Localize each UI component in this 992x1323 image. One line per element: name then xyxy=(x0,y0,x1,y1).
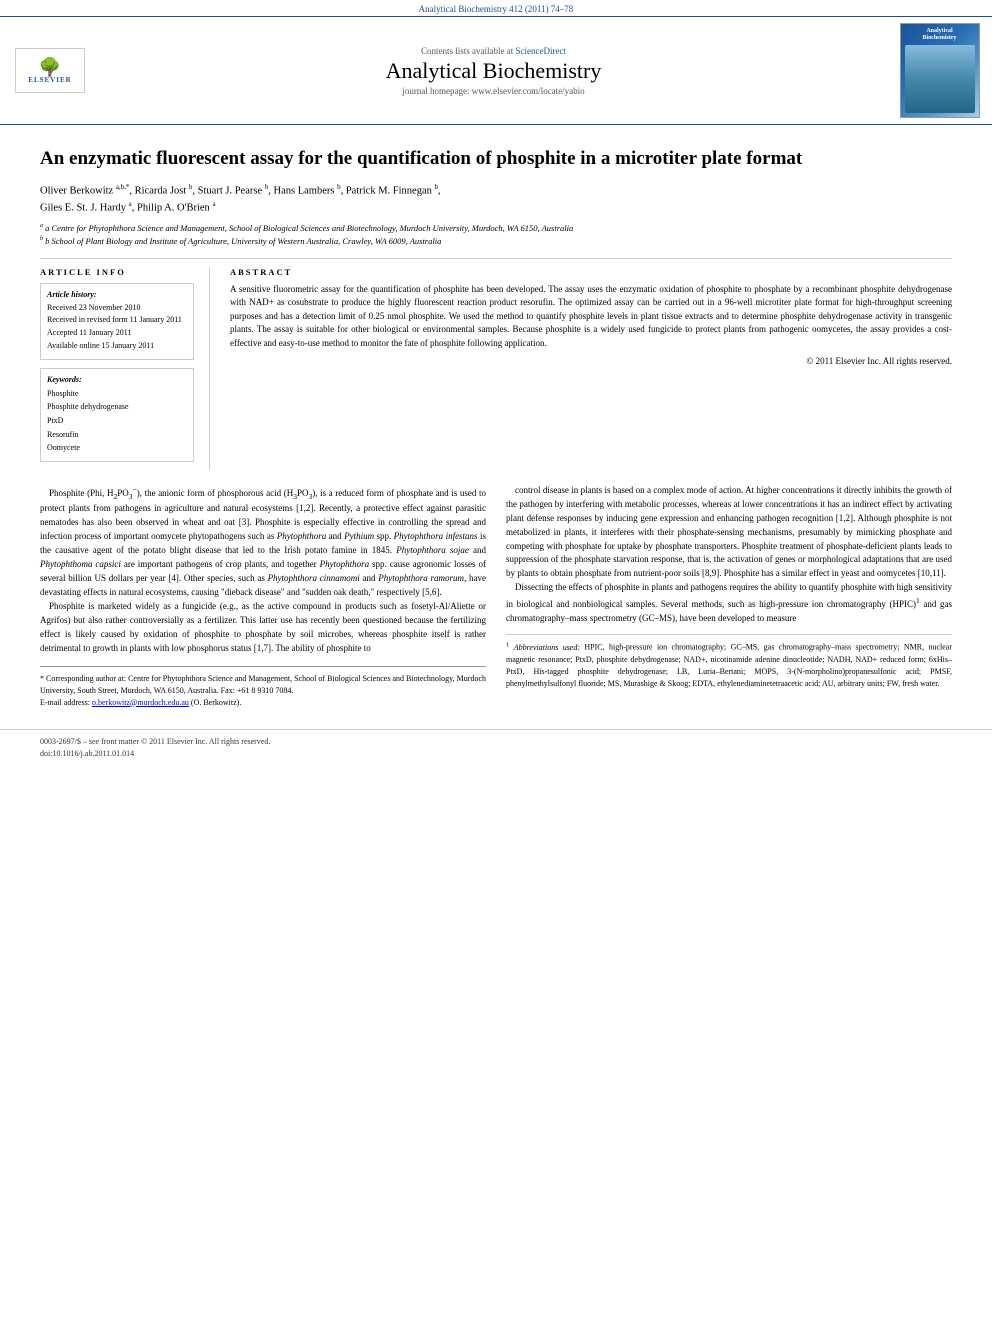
body-right-col: control disease in plants is based on a … xyxy=(506,484,952,709)
section-divider xyxy=(40,258,952,259)
journal-reference: Analytical Biochemistry 412 (2011) 74–78 xyxy=(0,0,992,16)
article-info-label: ARTICLE INFO xyxy=(40,267,194,277)
sciencedirect-line: Contents lists available at ScienceDirec… xyxy=(421,46,566,56)
footnote-area: * Corresponding author at: Centre for Ph… xyxy=(40,666,486,709)
author-list: Oliver Berkowitz a,b,*, Ricarda Jost b, … xyxy=(40,182,952,217)
email-link[interactable]: o.berkowitz@murdoch.edu.au xyxy=(92,698,189,707)
abbreviations-footnote: 1 Abbreviations used: HPIC, high-pressur… xyxy=(506,634,952,690)
body-paragraph-1: Phosphite (Phi, H2PO3−), the anionic for… xyxy=(40,484,486,600)
keyword-2: Phosphite dehydrogenase xyxy=(47,400,187,414)
keyword-5: Oomycete xyxy=(47,441,187,455)
abbrev-superscript: 1 Abbreviations used: xyxy=(506,643,584,652)
main-content: An enzymatic fluorescent assay for the q… xyxy=(0,125,992,719)
keyword-1: Phosphite xyxy=(47,387,187,401)
body-paragraph-2: Phosphite is marketed widely as a fungic… xyxy=(40,600,486,656)
cover-title: AnalyticalBiochemistry xyxy=(923,28,957,42)
journal-cover-image: AnalyticalBiochemistry xyxy=(900,23,980,118)
email-person: (O. Berkowitz). xyxy=(191,698,241,707)
body-paragraph-right-1: control disease in plants is based on a … xyxy=(506,484,952,582)
elsevier-logo-area: 🌳 ELSEVIER xyxy=(10,23,90,118)
article-header: An enzymatic fluorescent assay for the q… xyxy=(40,147,952,248)
body-paragraph-right-2: Dissecting the effects of phosphite in p… xyxy=(506,581,952,626)
keywords-label: Keywords: xyxy=(47,375,187,384)
article-title: An enzymatic fluorescent assay for the q… xyxy=(40,147,952,172)
tree-icon: 🌳 xyxy=(39,58,61,76)
article-dates: Received 23 November 2010 Received in re… xyxy=(47,302,187,353)
doi-line: doi:10.1016/j.ab.2011.01.014 xyxy=(40,748,952,760)
abstract-label: ABSTRACT xyxy=(230,267,952,277)
keyword-4: Resorufin xyxy=(47,428,187,442)
body-left-col: Phosphite (Phi, H2PO3−), the anionic for… xyxy=(40,484,486,709)
journal-homepage: journal homepage: www.elsevier.com/locat… xyxy=(402,86,584,96)
copyright-notice: © 2011 Elsevier Inc. All rights reserved… xyxy=(230,356,952,366)
sciencedirect-link[interactable]: ScienceDirect xyxy=(516,46,566,56)
elsevier-brand: ELSEVIER xyxy=(28,76,71,84)
journal-ref-text: Analytical Biochemistry 412 (2011) 74–78 xyxy=(419,4,574,14)
keywords-box: Keywords: Phosphite Phosphite dehydrogen… xyxy=(40,368,194,462)
journal-title-area: Contents lists available at ScienceDirec… xyxy=(100,23,887,118)
issn-line: 0003-2697/$ – see front matter © 2011 El… xyxy=(40,736,952,748)
cover-graphic xyxy=(905,45,975,113)
email-label: E-mail address: xyxy=(40,698,90,707)
abstract-text: A sensitive fluorometric assay for the q… xyxy=(230,283,952,351)
accepted-date: Accepted 11 January 2011 xyxy=(47,327,187,340)
bottom-bar: 0003-2697/$ – see front matter © 2011 El… xyxy=(0,729,992,766)
journal-cover-area: AnalyticalBiochemistry xyxy=(897,23,982,118)
history-label: Article history: xyxy=(47,290,187,299)
available-date: Available online 15 January 2011 xyxy=(47,340,187,353)
journal-header: 🌳 ELSEVIER Contents lists available at S… xyxy=(0,16,992,125)
info-abstract-section: ARTICLE INFO Article history: Received 2… xyxy=(40,267,952,470)
keyword-3: PtxD xyxy=(47,414,187,428)
keywords-list: Phosphite Phosphite dehydrogenase PtxD R… xyxy=(47,387,187,455)
body-section: Phosphite (Phi, H2PO3−), the anionic for… xyxy=(40,484,952,709)
journal-title: Analytical Biochemistry xyxy=(386,58,602,84)
article-info-col: ARTICLE INFO Article history: Received 2… xyxy=(40,267,210,470)
revised-date: Received in revised form 11 January 2011 xyxy=(47,314,187,327)
affiliations: a a Centre for Phytophthora Science and … xyxy=(40,222,952,247)
article-history-box: Article history: Received 23 November 20… xyxy=(40,283,194,360)
elsevier-logo: 🌳 ELSEVIER xyxy=(15,48,85,93)
received-date: Received 23 November 2010 xyxy=(47,302,187,315)
footnote-corresponding: * Corresponding author at: Centre for Ph… xyxy=(40,673,486,709)
abstract-col: ABSTRACT A sensitive fluorometric assay … xyxy=(230,267,952,470)
